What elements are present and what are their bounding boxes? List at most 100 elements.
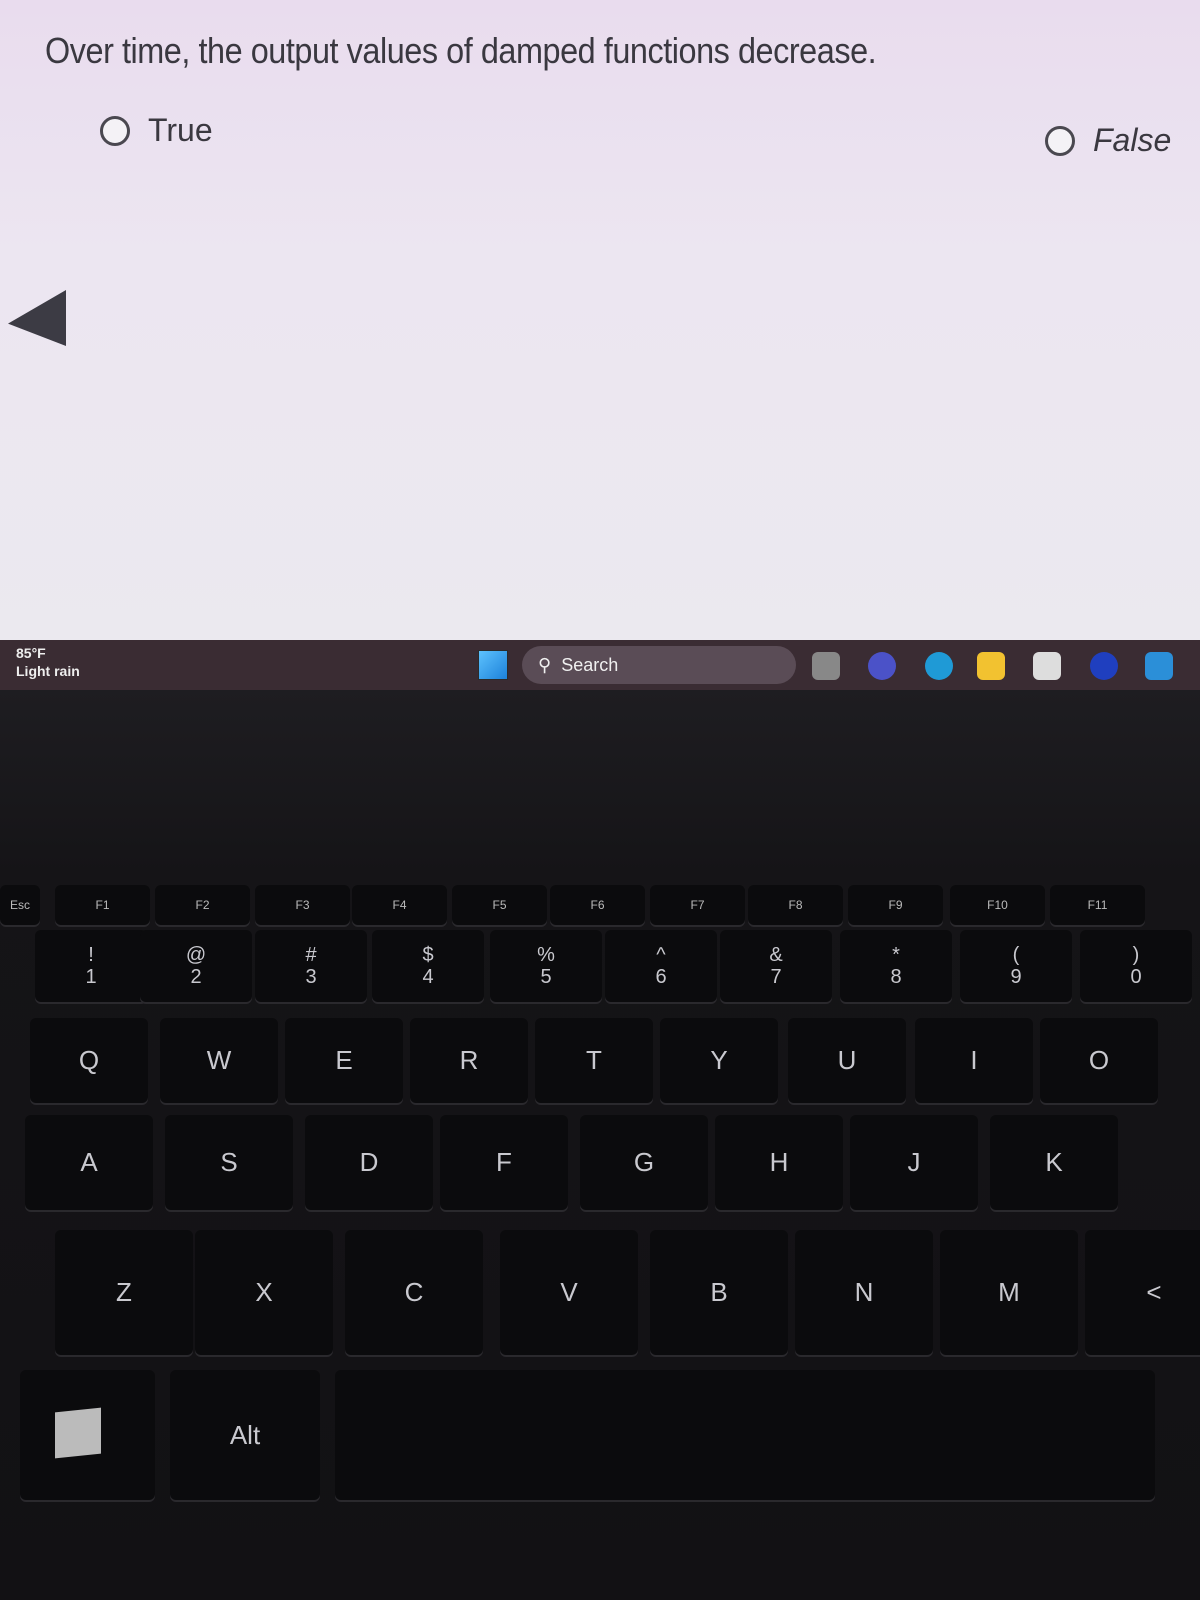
task-view-icon[interactable] [812, 652, 840, 680]
key-label: D [359, 1147, 379, 1177]
meet-icon[interactable] [868, 652, 896, 680]
radio-false[interactable] [1045, 125, 1075, 156]
key-c[interactable]: C [345, 1230, 483, 1355]
key-o[interactable]: O [1040, 1018, 1158, 1103]
key-label: E [335, 1045, 353, 1075]
key-2[interactable]: @2 [140, 930, 252, 1002]
key-alt[interactable]: Alt [170, 1370, 320, 1500]
key-z[interactable]: Z [55, 1230, 193, 1355]
key-label: $ [422, 943, 434, 966]
key-f3[interactable]: F3 [255, 885, 350, 925]
key-f8[interactable]: F8 [748, 885, 843, 925]
key-label: G [633, 1147, 655, 1177]
key-label: K [1045, 1147, 1063, 1177]
option-false-label: False [1093, 122, 1172, 158]
key-f4[interactable]: F4 [352, 885, 447, 925]
key-f[interactable]: F [440, 1115, 568, 1210]
key-7[interactable]: & 7 [720, 930, 832, 1002]
key-label: 1 [85, 965, 97, 988]
key-label: F9 [888, 898, 903, 912]
key-f7[interactable]: F7 [650, 885, 745, 925]
key-x[interactable]: X [195, 1230, 333, 1355]
key-q[interactable]: Q [30, 1018, 148, 1103]
key-j[interactable]: J [850, 1115, 978, 1210]
key-f9[interactable]: F9 [848, 885, 943, 925]
key-label: 5 [540, 965, 552, 988]
windows-key-icon [55, 1407, 101, 1459]
key-f5[interactable]: F5 [452, 885, 547, 925]
key-label: F5 [492, 898, 507, 912]
key-label: F8 [788, 898, 803, 912]
key-d[interactable]: D [305, 1115, 433, 1210]
key-3[interactable]: #3 [255, 930, 367, 1002]
key-8[interactable]: * 8 [840, 930, 952, 1002]
key-label: Y [710, 1045, 728, 1075]
option-true-label: True [148, 112, 213, 148]
option-false[interactable]: False [1045, 122, 1171, 159]
store-icon[interactable] [1033, 652, 1061, 680]
key-label: I [970, 1045, 978, 1075]
key-label: ^ [656, 943, 666, 966]
key-9[interactable]: (9 [960, 930, 1072, 1002]
key-k[interactable]: K [990, 1115, 1118, 1210]
key-u[interactable]: U [788, 1018, 906, 1103]
key-label: * [892, 943, 900, 966]
taskbar: 85°F Light rain ⚲ Search [0, 640, 1200, 690]
search-box[interactable]: ⚲ Search [522, 646, 796, 684]
key-label: H [769, 1147, 789, 1177]
key-comma[interactable]: < [1085, 1230, 1200, 1355]
key-e[interactable]: E [285, 1018, 403, 1103]
key-f10[interactable]: F10 [950, 885, 1045, 925]
key-label: Alt [229, 1419, 261, 1450]
key-a[interactable]: A [25, 1115, 153, 1210]
key-y[interactable]: Y [660, 1018, 778, 1103]
key-f1[interactable]: F1 [55, 885, 150, 925]
key-label: B [710, 1277, 728, 1307]
key-n[interactable]: N [795, 1230, 933, 1355]
key-f2[interactable]: F2 [155, 885, 250, 925]
key-m[interactable]: M [940, 1230, 1078, 1355]
search-label: Search [561, 654, 619, 675]
option-true[interactable]: True [100, 112, 213, 149]
key-label: ( [1012, 943, 1020, 966]
key-6[interactable]: ^ 6 [605, 930, 717, 1002]
key-label: # [305, 943, 317, 966]
key-5[interactable]: % 5 [490, 930, 602, 1002]
key-s[interactable]: S [165, 1115, 293, 1210]
key-g[interactable]: G [580, 1115, 708, 1210]
key-r[interactable]: R [410, 1018, 528, 1103]
key-h[interactable]: H [715, 1115, 843, 1210]
key-label: 6 [655, 965, 667, 988]
mail-icon[interactable] [1145, 652, 1173, 680]
back-arrow-icon[interactable] [8, 290, 66, 346]
weather-widget[interactable]: 85°F Light rain [16, 644, 80, 680]
key-space[interactable] [335, 1370, 1155, 1500]
key-label: M [998, 1277, 1020, 1307]
key-label: S [220, 1147, 238, 1177]
key-1[interactable]: ! 1 [35, 930, 147, 1002]
key-label: F [496, 1147, 512, 1177]
key-4[interactable]: $4 [372, 930, 484, 1002]
edge-icon[interactable] [925, 652, 953, 680]
key-i[interactable]: I [915, 1018, 1033, 1103]
key-label: 3 [305, 965, 317, 988]
key-f6[interactable]: F6 [550, 885, 645, 925]
key-label: 7 [770, 965, 782, 988]
key-b[interactable]: B [650, 1230, 788, 1355]
key-w[interactable]: W [160, 1018, 278, 1103]
question-text: Over time, the output values of damped f… [45, 30, 877, 71]
keyboard: Esc F1 F2 F3 F4 F5 F6 F7 F8 F9 F10 F11! 1 @2 #3 $4% 5 ^ 6 &… [0, 690, 1200, 1600]
key-t[interactable]: T [535, 1018, 653, 1103]
app-icon[interactable] [1090, 652, 1118, 680]
key-label: % [537, 943, 555, 966]
file-explorer-icon[interactable] [977, 652, 1005, 680]
key-label: W [206, 1045, 232, 1075]
radio-true[interactable] [100, 115, 130, 146]
screen: Over time, the output values of damped f… [0, 0, 1200, 645]
key-v[interactable]: V [500, 1230, 638, 1355]
key-esc[interactable]: Esc [0, 885, 40, 925]
key-0[interactable]: ) 0 [1080, 930, 1192, 1002]
weather-condition: Light rain [16, 663, 80, 679]
windows-start-icon[interactable] [478, 650, 508, 680]
key-f11[interactable]: F11 [1050, 885, 1145, 925]
